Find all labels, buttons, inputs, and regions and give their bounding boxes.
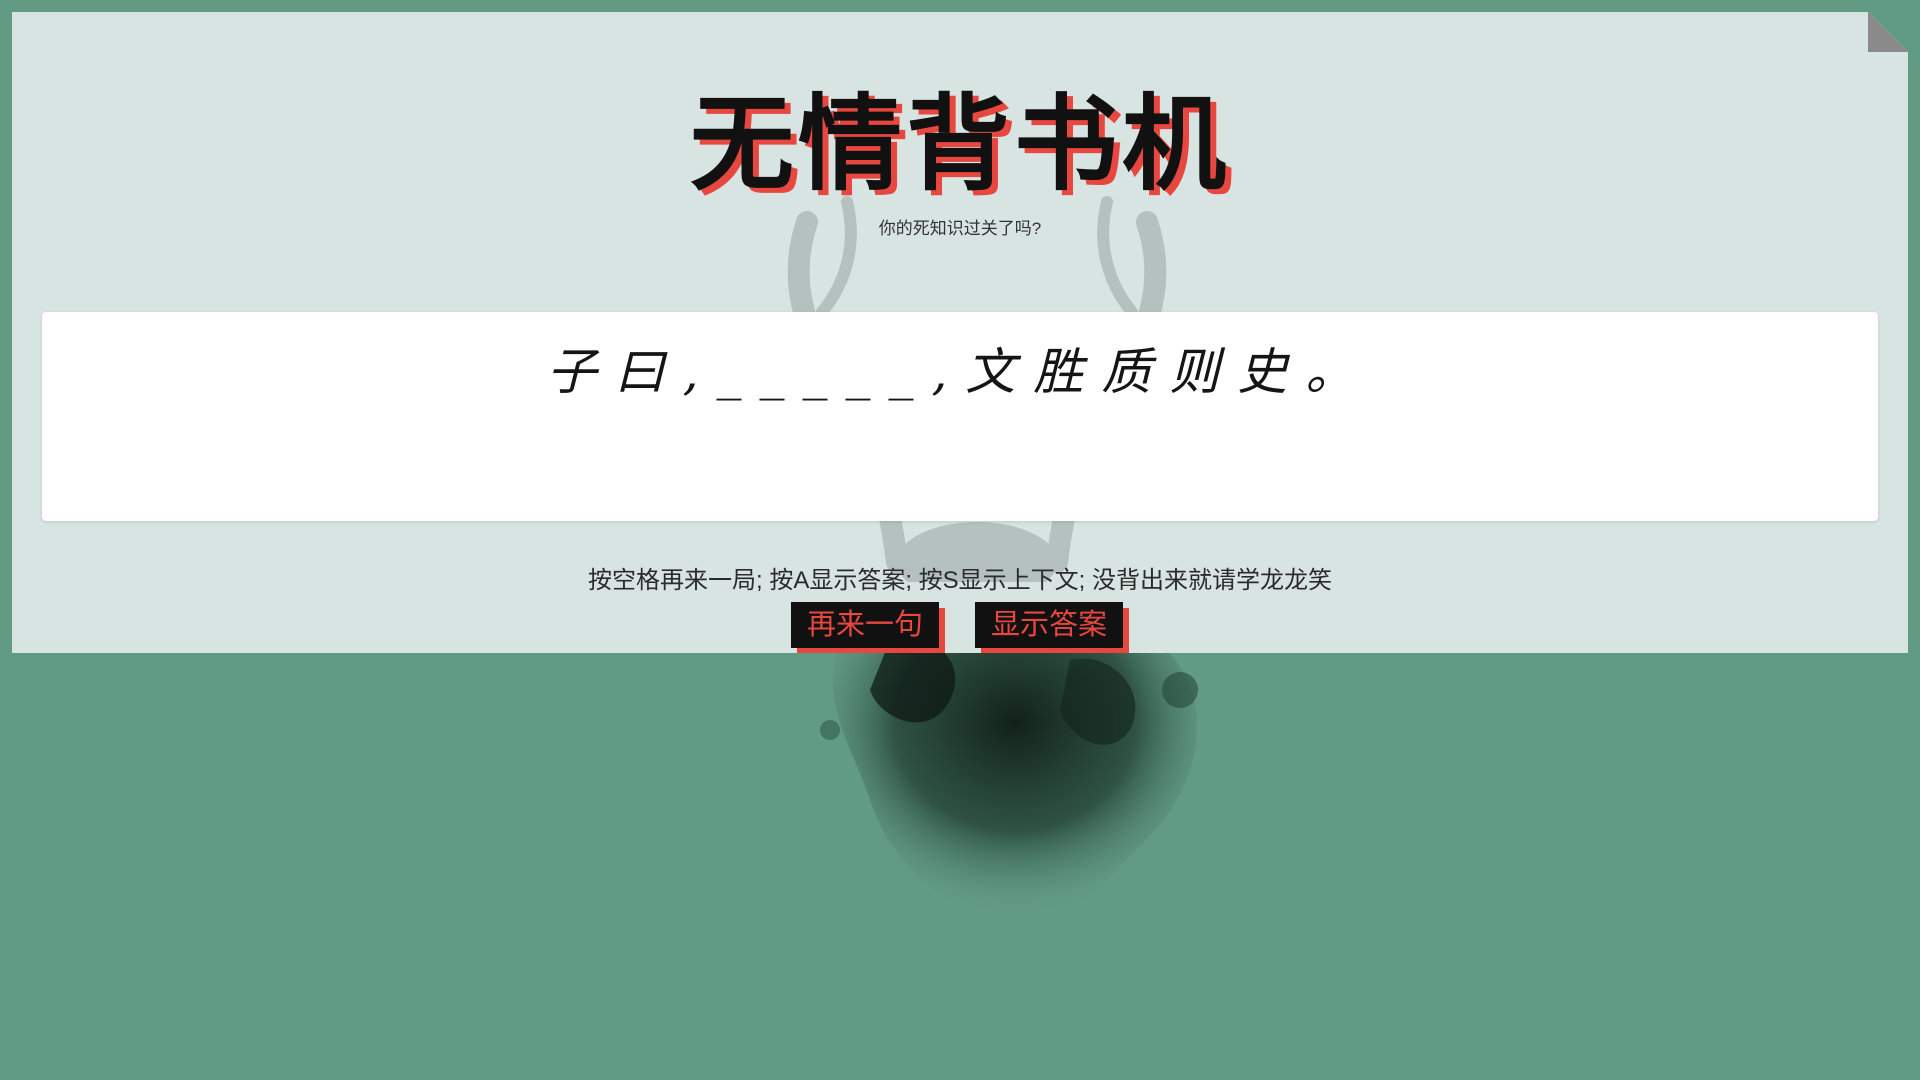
quote-text: 子曰,_____,文胜质则史。 — [546, 343, 1374, 401]
next-quote-button[interactable]: 再来一句 — [790, 602, 939, 648]
app-stage: 无情背书机 你的死知识过关了吗? 子曰,_____,文胜质则史。 按空格再来一局… — [0, 0, 1920, 1080]
ink-blot-icon — [770, 600, 1270, 960]
button-row: 再来一句 显示答案 — [12, 602, 1908, 648]
main-card: 无情背书机 你的死知识过关了吗? 子曰,_____,文胜质则史。 按空格再来一局… — [12, 12, 1908, 653]
page-title: 无情背书机 — [689, 82, 1230, 205]
folded-corner-icon — [1868, 12, 1908, 52]
page-subtitle: 你的死知识过关了吗? — [878, 219, 1042, 238]
show-answer-button[interactable]: 显示答案 — [975, 602, 1124, 648]
quote-panel: 子曰,_____,文胜质则史。 — [42, 312, 1878, 521]
keyboard-hint: 按空格再来一局; 按A显示答案; 按S显示上下文; 没背出来就请学龙龙笑 — [587, 567, 1333, 594]
